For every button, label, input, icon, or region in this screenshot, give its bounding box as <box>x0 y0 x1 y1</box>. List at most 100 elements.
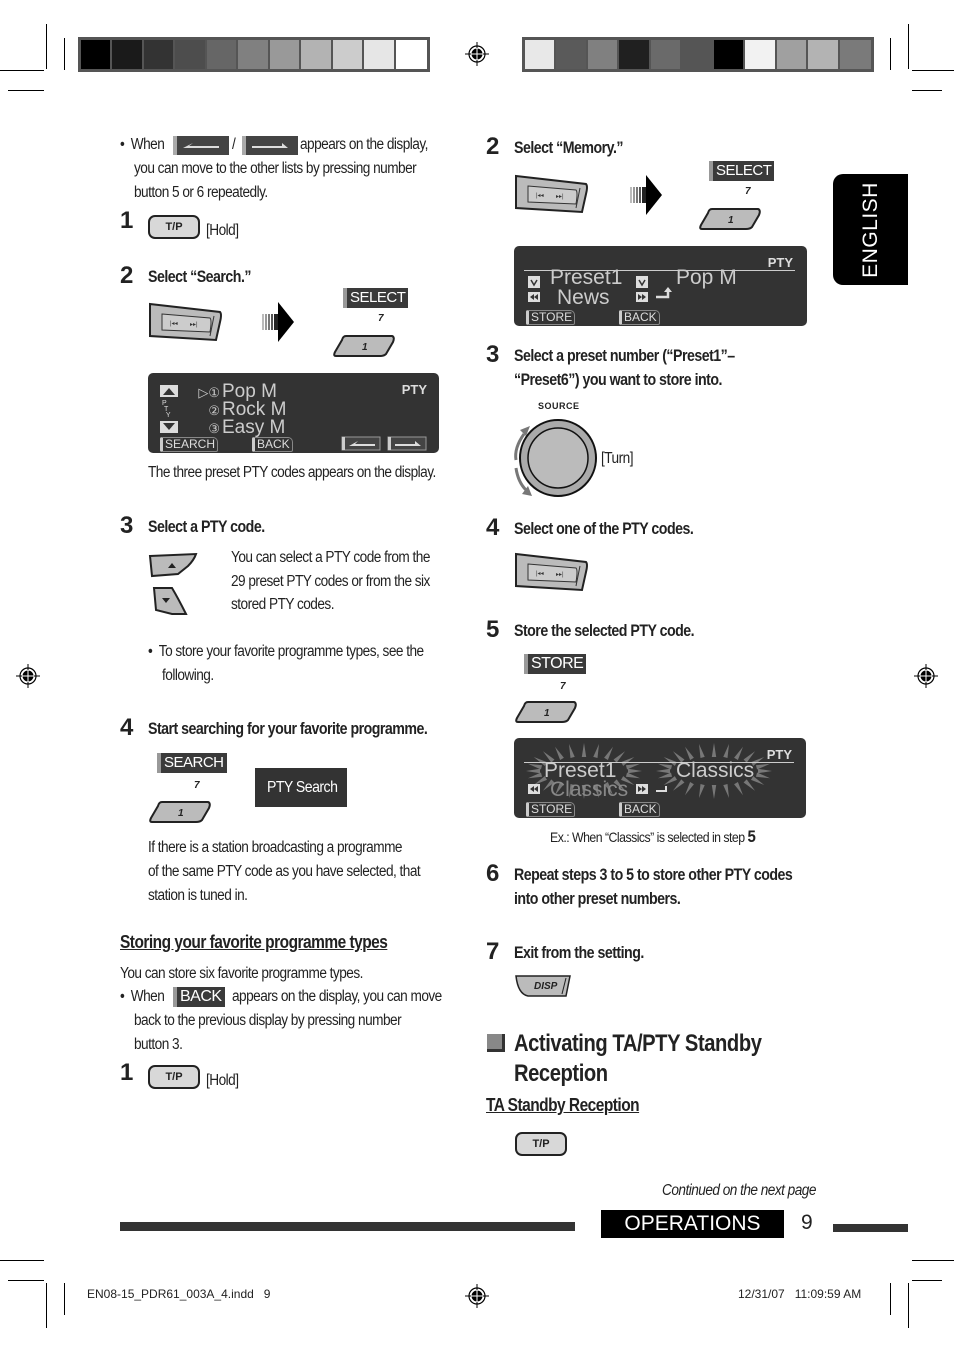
crop-mark <box>46 24 47 69</box>
bullet-text: • When <box>120 988 165 1005</box>
seek-rocker-icon[interactable]: |◂◂ ▸▸| <box>514 550 590 592</box>
lcd-current-text: News <box>557 286 610 309</box>
section-title: Activating TA/PTY Standby <box>514 1030 762 1057</box>
number-key-1-button[interactable]: 1 <box>148 800 212 824</box>
step-desc: station is tuned in. <box>148 887 248 904</box>
section-square-icon <box>487 1034 505 1052</box>
step-number: 1 <box>120 1059 134 1086</box>
pty-indicator: PTY <box>401 382 427 397</box>
blink-ray <box>593 743 600 759</box>
color-swatch <box>143 40 176 69</box>
number-key-1-button[interactable]: 1 <box>514 700 578 724</box>
pty-logo-icon: P T Y <box>162 400 171 419</box>
key-small-label: 7 <box>378 313 384 324</box>
footer-rule <box>833 1224 908 1232</box>
color-swatch <box>364 40 396 69</box>
svg-text:1: 1 <box>544 708 550 719</box>
step-title: Select “Search.” <box>148 268 251 286</box>
svg-text:1: 1 <box>728 215 734 226</box>
color-swatch <box>332 40 365 69</box>
blink-ray <box>581 743 587 757</box>
pty-indicator: PTY <box>766 747 792 762</box>
lcd-display-memory: PTY Preset1 News Pop M STORE BACK <box>514 246 807 326</box>
crop-mark <box>908 1283 909 1328</box>
disp-button[interactable]: DISP <box>514 974 572 998</box>
svg-text:|◂◂: |◂◂ <box>536 193 544 199</box>
step-title: “Preset6”) you want to store into. <box>514 371 722 389</box>
step-number: 5 <box>486 616 500 643</box>
step-desc: 29 preset PTY codes or from the six <box>231 573 430 590</box>
source-knob[interactable] <box>510 416 600 500</box>
bullet-text: button 3. <box>134 1036 183 1053</box>
step-number: 3 <box>486 341 500 368</box>
intro-bullet: • When <box>120 133 165 157</box>
blink-ray <box>723 783 730 799</box>
blink-ray <box>698 783 705 799</box>
crop-mark <box>0 70 44 71</box>
crop-mark <box>64 38 65 70</box>
blink-ray <box>527 763 543 770</box>
blink-ray <box>711 743 717 757</box>
lcd-row-marker: ③ <box>208 421 220 436</box>
tp-button[interactable]: T/P <box>148 215 200 239</box>
step-desc: You can select a PTY code from the <box>231 549 430 566</box>
color-swatch <box>556 40 588 69</box>
pty-search-text: PTY Search <box>267 779 338 796</box>
svg-text:▸▸|: ▸▸| <box>190 322 198 328</box>
step-title: Exit from the setting. <box>514 944 644 962</box>
lcd-target-text: Pop M <box>676 266 737 289</box>
blink-ray <box>526 768 540 774</box>
registration-mark-icon <box>914 664 938 688</box>
svg-text:DISP: DISP <box>534 981 558 992</box>
down-arrow-icon <box>528 276 540 288</box>
number-key-1-button[interactable]: 1 <box>332 334 396 358</box>
lcd-caption: Ex.: When “Classics” is selected in step… <box>550 827 756 846</box>
color-swatch <box>112 40 144 69</box>
store-label: STORE <box>524 654 587 674</box>
color-swatch <box>206 40 239 69</box>
step-desc: stored PTY codes. <box>231 596 335 613</box>
lcd-current-text: Classics <box>550 778 629 801</box>
source-label: SOURCE <box>538 401 580 411</box>
blink-ray <box>568 743 575 759</box>
return-arrow-icon <box>656 287 672 299</box>
svg-text:▸▸|: ▸▸| <box>556 572 564 578</box>
tp-button[interactable]: T/P <box>148 1065 200 1089</box>
blink-ray <box>527 772 543 779</box>
step-title: Store the selected PTY code. <box>514 622 695 640</box>
arrow-right-icon <box>630 175 662 215</box>
blink-ray <box>755 772 771 779</box>
svg-text:1: 1 <box>362 342 368 353</box>
color-swatch <box>808 40 840 69</box>
seek-rocker-icon[interactable]: |◂◂ ▸▸| <box>148 300 224 342</box>
color-swatch <box>587 40 620 69</box>
return-arrow-icon <box>656 786 667 792</box>
search-label: SEARCH <box>157 753 227 773</box>
blink-ray <box>755 763 771 770</box>
number-key-1-button[interactable]: 1 <box>698 207 762 231</box>
lcd-caption: The three preset PTY codes appears on th… <box>148 464 436 481</box>
color-swatch <box>395 40 427 69</box>
step-desc: of the same PTY code as you have selecte… <box>148 863 421 880</box>
crop-mark <box>64 1283 65 1315</box>
crop-mark <box>912 1280 942 1281</box>
section-title: Reception <box>514 1060 608 1087</box>
separator: / <box>232 136 236 153</box>
tp-button[interactable]: T/P <box>515 1132 567 1156</box>
up-button-icon[interactable] <box>148 552 198 578</box>
svg-text:|◂◂: |◂◂ <box>170 321 178 327</box>
step-title: Select a preset number (“Preset1”– <box>514 347 735 365</box>
seek-rocker-icon[interactable]: |◂◂ ▸▸| <box>514 172 590 214</box>
step-title: Start searching for your favorite progra… <box>148 720 428 738</box>
color-swatch <box>81 40 113 69</box>
select-label: SELECT <box>709 161 775 181</box>
down-button-icon[interactable] <box>150 584 190 618</box>
crop-mark <box>908 24 909 69</box>
blink-ray <box>555 746 564 760</box>
svg-text:1: 1 <box>178 808 184 819</box>
color-swatch <box>682 40 714 69</box>
color-swatch <box>238 40 270 69</box>
turn-label: [Turn] <box>601 450 633 467</box>
step-number: 7 <box>486 938 500 965</box>
step-title: Select a PTY code. <box>148 518 265 536</box>
